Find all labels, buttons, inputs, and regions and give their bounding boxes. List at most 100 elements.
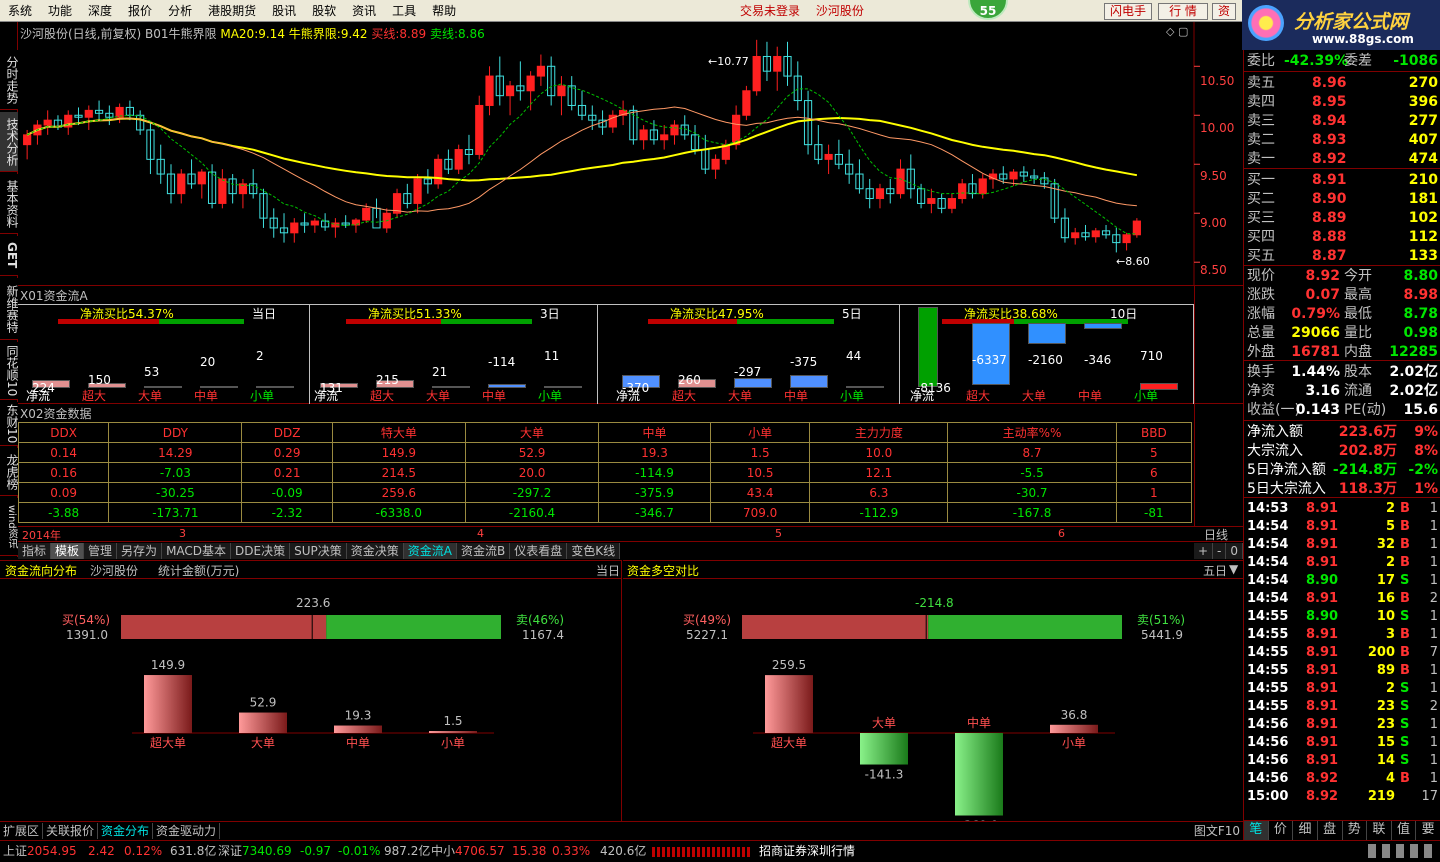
flash-trade-button[interactable]: 闪电手: [1104, 3, 1152, 20]
tab-fund-flow-a[interactable]: 资金流A: [403, 542, 457, 559]
stat-label: 涨跌: [1247, 287, 1275, 303]
tick-side: B: [1400, 591, 1410, 606]
tab-xinweisaite[interactable]: 新维赛特: [0, 278, 19, 340]
table-header-cell[interactable]: DDX: [17, 422, 110, 443]
quote-tab-0[interactable]: 笔: [1244, 821, 1269, 840]
quote-tab-7[interactable]: 要: [1416, 821, 1440, 840]
tab-fundamental[interactable]: 基本资料: [0, 174, 19, 234]
menu-analysis[interactable]: 分析: [160, 0, 200, 22]
tick-count: 1: [1429, 627, 1438, 642]
tab-get[interactable]: GET: [0, 236, 19, 276]
table-cell: 10.5: [709, 462, 811, 483]
flow-value: -346: [1084, 353, 1112, 367]
tick-side: B: [1400, 537, 1410, 552]
table-header-cell[interactable]: 中单: [598, 422, 711, 443]
tab-dde[interactable]: DDE决策: [231, 542, 291, 559]
flow-value: -375: [790, 355, 818, 369]
tab-indicator[interactable]: 指标: [18, 542, 52, 559]
info-button[interactable]: 资: [1212, 3, 1236, 20]
tab-wind[interactable]: wind资讯: [0, 498, 18, 556]
tab-manage[interactable]: 管理: [84, 542, 118, 559]
stat2-value: 3.16: [1305, 383, 1340, 399]
tab-related-quote[interactable]: 关联报价: [43, 822, 99, 839]
tab-longhubang[interactable]: 龙虎榜: [0, 448, 19, 496]
quote-tab-4[interactable]: 势: [1343, 821, 1368, 840]
quote-tab-5[interactable]: 联: [1367, 821, 1392, 840]
tab-color-kline[interactable]: 变色K线: [567, 542, 621, 559]
table-header-cell[interactable]: DDY: [108, 422, 243, 443]
tab-fund-distribution[interactable]: 资金分布: [98, 822, 154, 839]
tab-fund-flow-b[interactable]: 资金流B: [457, 542, 511, 559]
tray-icons[interactable]: [1368, 844, 1434, 858]
tab-intraday[interactable]: 分时走势: [0, 50, 19, 110]
table-cell: -5.5: [947, 462, 1117, 483]
flow-distribution-panel[interactable]: 资金流向分布 沙河股份 统计金额(万元) 当日 223.6 买(54%) 139…: [0, 560, 622, 822]
tab-dongcai[interactable]: 东财10: [0, 402, 19, 446]
zoom-reset-button[interactable]: 0: [1226, 542, 1243, 559]
fund-flow-group[interactable]: 净流买比38.68% 10日 -8136 -6337 -2160 -346 710 净流 超大大…: [902, 305, 1194, 404]
quote-tab-6[interactable]: 值: [1392, 821, 1417, 840]
menu-stock-soft[interactable]: 股软: [304, 0, 344, 22]
quote-tab-1[interactable]: 价: [1269, 821, 1294, 840]
ask-label: 卖四: [1247, 94, 1275, 110]
fund-data-panel[interactable]: X02资金数据 DDX DDY DDZ 特大单 大单 中单 小单 主力力度 主动率%% BBD 0…: [17, 404, 1243, 526]
chart-indicator-name[interactable]: B01牛熊界限: [145, 27, 217, 41]
tab-dashboard[interactable]: 仪表看盘: [510, 542, 568, 559]
table-cell: -114.9: [598, 462, 711, 483]
tab-fund-decision[interactable]: 资金决策: [346, 542, 404, 559]
fund-flow-group[interactable]: 净流买比54.37% 当日 224 150 53 20 2 净流 超大 大单 中单 小单: [18, 305, 310, 404]
menu-help[interactable]: 帮助: [424, 0, 464, 22]
fund-flow-panel[interactable]: X01资金流A 净流买比54.37% 当日 224 150 53 20 2 净流 超大 大单 中单小…: [18, 286, 1243, 404]
tick-side: S: [1400, 609, 1410, 624]
candle-body: [362, 207, 371, 221]
candle-body: [475, 104, 484, 155]
table-header-cell[interactable]: 大单: [464, 422, 600, 443]
menu-hk-futures[interactable]: 港股期货: [200, 0, 264, 22]
flow-compare-panel[interactable]: 资金多空对比 五日 ▼ -214.8 买(49%) 5227.1 卖(51%) …: [623, 560, 1243, 823]
tab-fund-drive[interactable]: 资金驱动力: [153, 822, 221, 839]
ratio-bar: [58, 319, 244, 324]
tab-extension[interactable]: 扩展区: [0, 822, 44, 839]
flow-category: 中单: [482, 389, 507, 403]
tab-macd[interactable]: MACD基本: [162, 542, 232, 559]
tab-technical[interactable]: 技术分析: [0, 112, 19, 172]
tab-save-as[interactable]: 另存为: [117, 542, 163, 559]
tab-sup[interactable]: SUP决策: [290, 542, 347, 559]
menu-function[interactable]: 功能: [40, 0, 80, 22]
table-header-cell[interactable]: 主力力度: [809, 422, 949, 443]
menu-tools[interactable]: 工具: [384, 0, 424, 22]
f10-button[interactable]: 图文F10: [1191, 823, 1243, 839]
tick-row: 14:56 8.91 15 S 1: [1244, 734, 1440, 752]
menu-system[interactable]: 系统: [0, 0, 40, 22]
table-header-cell[interactable]: 特大单: [331, 422, 466, 443]
stat-value: 8.92: [1305, 268, 1340, 284]
table-header-cell[interactable]: DDZ: [241, 422, 333, 443]
table-header-cell[interactable]: 主动率%%: [947, 422, 1117, 443]
fund-flow-group[interactable]: 净流买比47.95% 5日 -370 260 -297 -375 44 净流 超大 大单 中单 小单: [608, 305, 900, 404]
flow-value: 710: [1140, 349, 1163, 363]
kline-chart[interactable]: [18, 22, 1243, 286]
menu-quote[interactable]: 报价: [120, 0, 160, 22]
quote-tab-3[interactable]: 盘: [1318, 821, 1343, 840]
chart-stock-title: 沙河股份(日线,前复权): [20, 27, 142, 41]
table-cell: 214.5: [331, 462, 466, 483]
menu-info[interactable]: 资讯: [344, 0, 384, 22]
menu-stock-news[interactable]: 股讯: [264, 0, 304, 22]
kline-panel[interactable]: 沙河股份(日线,前复权) B01牛熊界限 MA20:9.14 牛熊界限:9.42…: [18, 22, 1243, 286]
candle-body: [1009, 171, 1018, 180]
trade-status[interactable]: 交易未登录: [740, 4, 800, 18]
menu-depth[interactable]: 深度: [80, 0, 120, 22]
ask-label: 卖三: [1247, 113, 1275, 129]
zoom-out-button[interactable]: -: [1213, 542, 1227, 559]
zoom-in-button[interactable]: +: [1193, 542, 1214, 559]
quote-tab-2[interactable]: 细: [1293, 821, 1318, 840]
fund-flow-group[interactable]: 净流买比51.33% 3日 131 215 21 -114 11 净流 超大 大单 中单 小单: [306, 305, 598, 404]
table-header-cell[interactable]: BBD: [1115, 422, 1193, 443]
chart-settings-icon[interactable]: ◇ ▢: [1166, 25, 1188, 38]
tab-tonghuashun[interactable]: 同花顺10: [0, 342, 19, 400]
tab-template[interactable]: 模板: [51, 542, 85, 559]
buy-line-value: 8.89: [399, 27, 427, 41]
table-cell: 709.0: [709, 502, 811, 523]
table-header-cell[interactable]: 小单: [709, 422, 811, 443]
market-button[interactable]: 行 情: [1158, 3, 1208, 20]
